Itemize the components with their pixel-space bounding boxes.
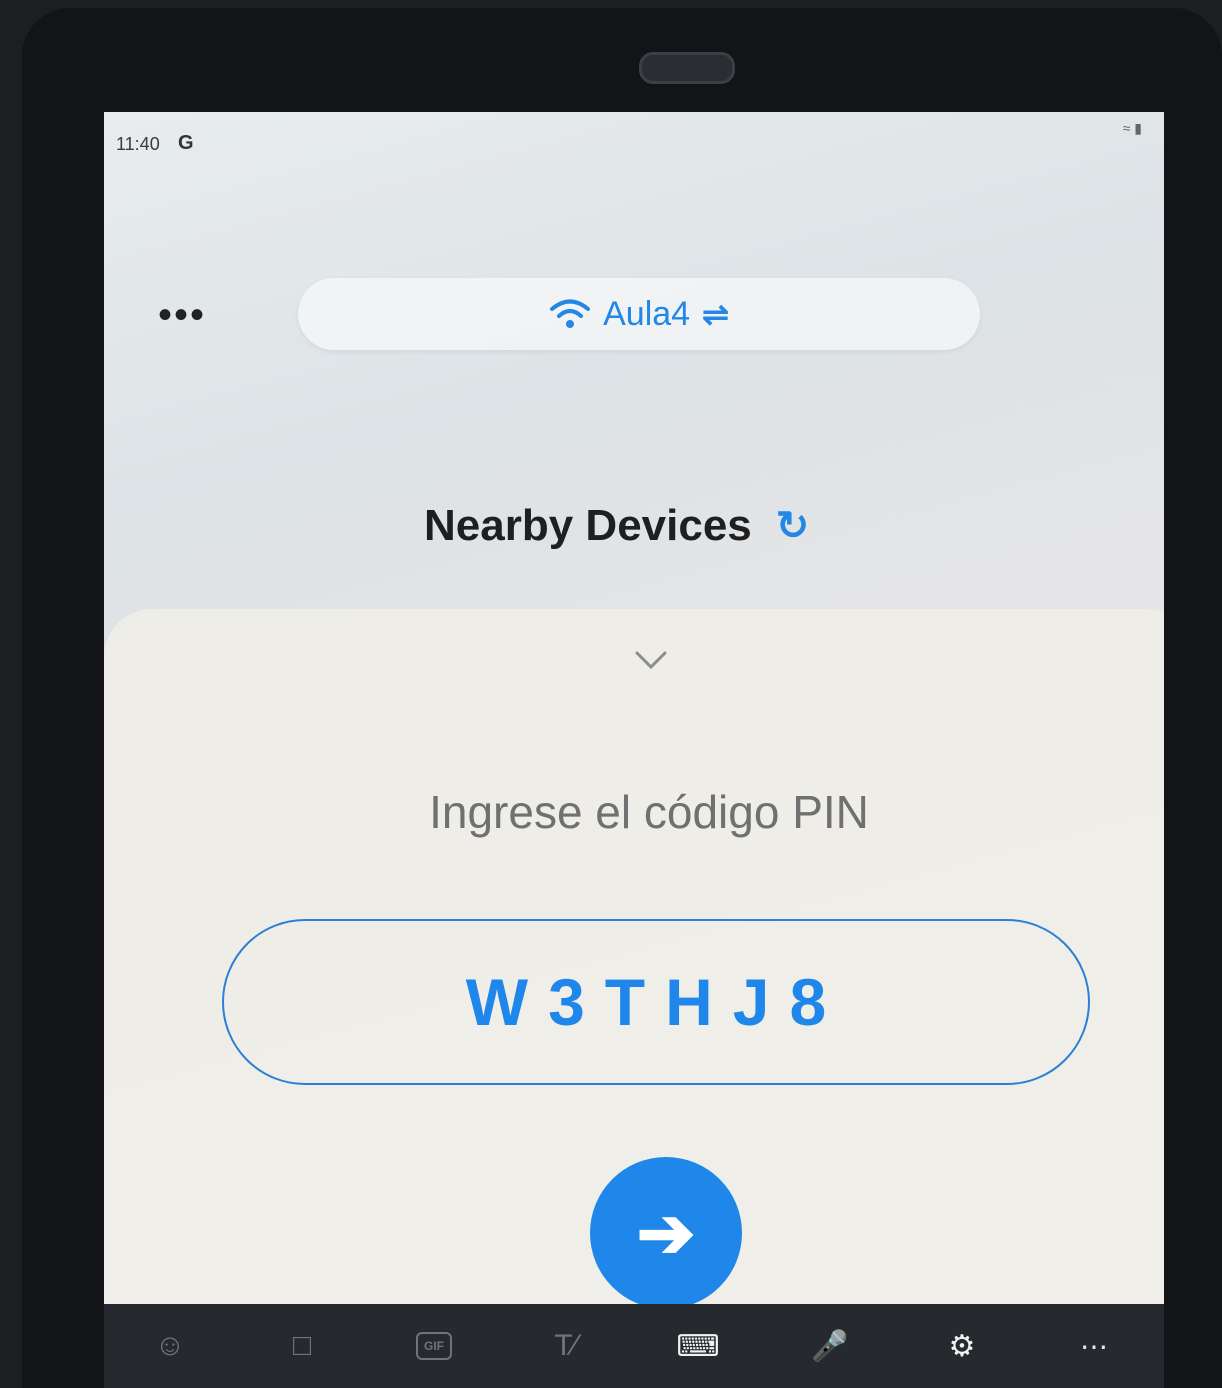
- arrow-right-icon: ➔: [636, 1194, 696, 1272]
- pin-label: Ingrese el código PIN: [429, 786, 869, 838]
- chevron-down-icon[interactable]: [634, 649, 668, 671]
- network-name: Aula4: [603, 294, 691, 333]
- more-options-icon[interactable]: ⋯: [1028, 1304, 1160, 1388]
- wifi-signal-icon: ≈: [1122, 120, 1131, 136]
- status-icons: ≈ ▮: [1123, 120, 1142, 137]
- status-time: 11:40: [116, 134, 160, 154]
- pin-value: W3THJ8: [465, 965, 847, 1039]
- app-screen: 11:40 G ≈ ▮ ••• Aula4 ⇌ Nearby Devices ↻…: [104, 112, 1164, 1388]
- emoji-icon[interactable]: ☺: [104, 1304, 236, 1388]
- keyboard-icon[interactable]: ⌨: [632, 1304, 764, 1388]
- wifi-icon: [550, 299, 591, 328]
- page-title: Nearby Devices: [424, 501, 752, 550]
- gif-label: GIF: [416, 1332, 452, 1360]
- pin-input[interactable]: W3THJ8: [222, 919, 1090, 1085]
- more-icon[interactable]: •••: [158, 295, 218, 335]
- keyboard-toolbar: ☺ □ GIF T∕ ⌨ 🎤 ⚙ ⋯: [104, 1304, 1164, 1388]
- speaker-grille: [639, 52, 735, 84]
- handwriting-icon[interactable]: T∕: [500, 1304, 632, 1388]
- microphone-icon[interactable]: 🎤: [764, 1304, 896, 1388]
- gif-button[interactable]: GIF: [368, 1304, 500, 1388]
- nearby-devices-header: Nearby Devices ↻: [424, 496, 884, 556]
- refresh-icon[interactable]: ↻: [776, 503, 810, 549]
- battery-icon: ▮: [1134, 120, 1142, 136]
- google-icon: G: [178, 132, 194, 154]
- pin-sheet: Ingrese el código PIN W3THJ8 ➔: [104, 609, 1164, 1388]
- submit-button[interactable]: ➔: [590, 1157, 742, 1309]
- status-bar: 11:40 G ≈ ▮: [104, 112, 1164, 154]
- sticker-icon[interactable]: □: [236, 1304, 368, 1388]
- swap-icon: ⇌: [702, 296, 729, 332]
- settings-icon[interactable]: ⚙: [896, 1304, 1028, 1388]
- network-selector[interactable]: Aula4 ⇌: [298, 278, 980, 350]
